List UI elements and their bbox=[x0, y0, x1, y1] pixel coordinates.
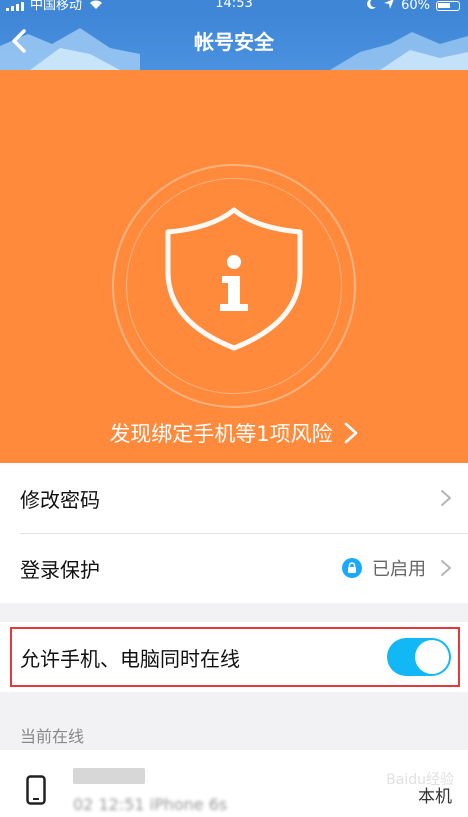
phone-icon bbox=[26, 775, 46, 805]
login-protection-label: 登录保护 bbox=[20, 557, 100, 582]
login-protection-status: 已启用 bbox=[372, 559, 426, 580]
chevron-right-icon bbox=[441, 560, 451, 576]
page-title: 帐号安全 bbox=[194, 30, 274, 54]
moon-icon bbox=[365, 0, 377, 14]
shield-info-icon bbox=[165, 207, 303, 351]
highlight-box bbox=[10, 627, 460, 687]
battery-icon bbox=[436, 1, 460, 11]
location-icon bbox=[383, 0, 395, 14]
device-login-info: 02 12:51 iPhone 6s bbox=[73, 795, 228, 814]
device-name-blurred bbox=[73, 768, 145, 784]
nav-bar: 帐号安全 bbox=[0, 14, 468, 70]
settings-list: 修改密码 登录保护 已启用 bbox=[0, 463, 468, 603]
status-bar: 中国移动 14:53 60% bbox=[0, 0, 468, 14]
chevron-right-icon bbox=[441, 490, 451, 506]
local-device-label: 本机 bbox=[418, 787, 452, 807]
change-password-row[interactable]: 修改密码 bbox=[0, 463, 468, 533]
chevron-right-icon bbox=[344, 422, 357, 444]
current-online-header: 当前在线 bbox=[20, 727, 85, 746]
change-password-label: 修改密码 bbox=[20, 487, 100, 512]
status-right: 60% bbox=[365, 0, 460, 14]
risk-banner[interactable]: 发现绑定手机等1项风险 bbox=[0, 70, 468, 463]
risk-link[interactable]: 发现绑定手机等1项风险 bbox=[0, 415, 468, 451]
login-protection-row[interactable]: 登录保护 已启用 bbox=[0, 533, 468, 603]
lock-icon bbox=[342, 558, 362, 578]
battery-percent: 60% bbox=[401, 0, 430, 13]
status-badge: 已启用 bbox=[342, 555, 426, 581]
risk-text: 发现绑定手机等1项风险 bbox=[109, 422, 333, 446]
